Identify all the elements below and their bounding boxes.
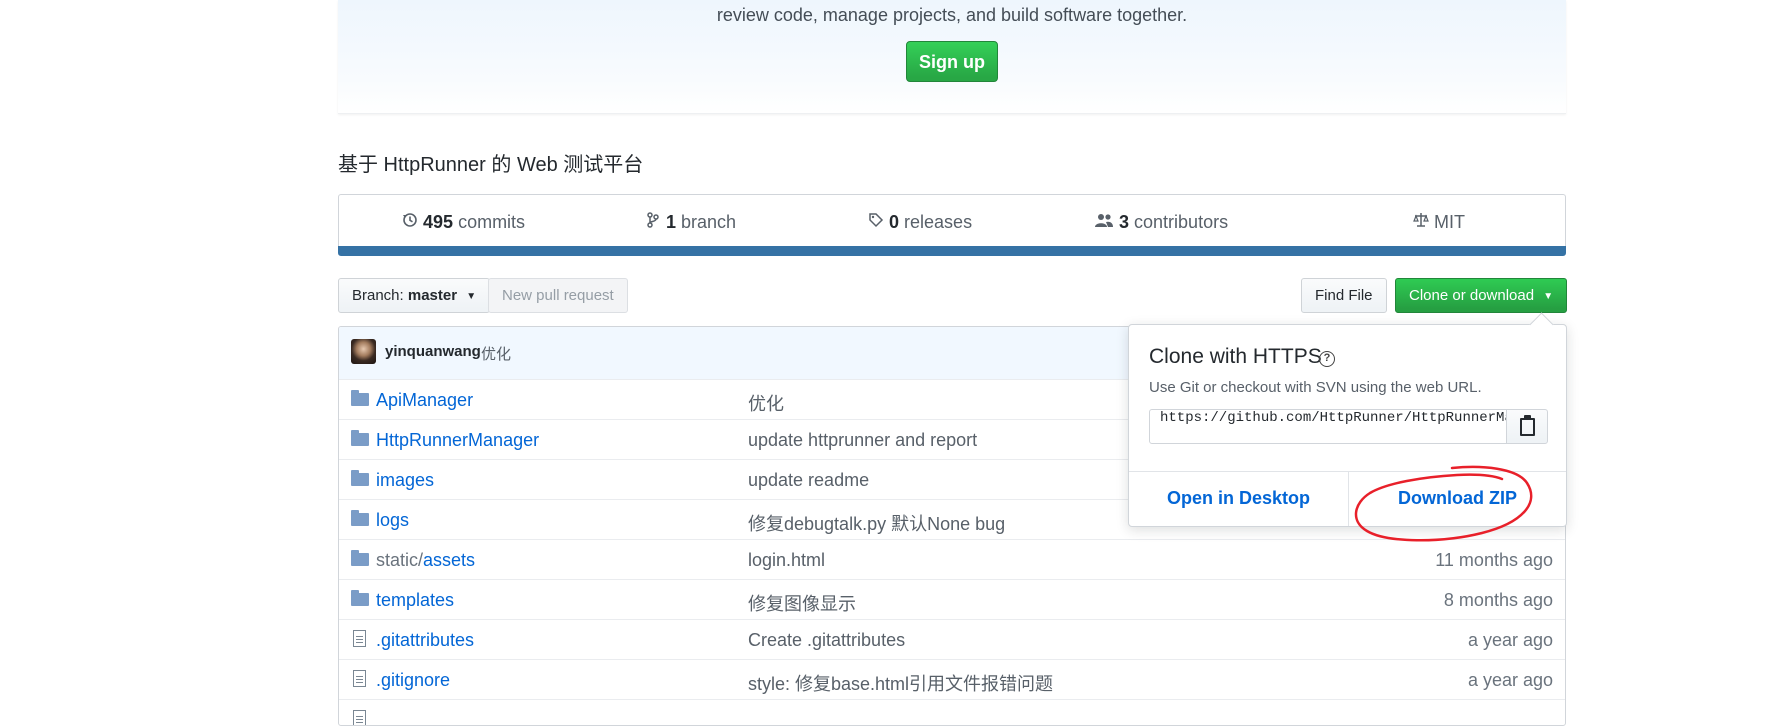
file-name-link[interactable]: .gitattributes xyxy=(376,630,474,651)
signup-banner: review code, manage projects, and build … xyxy=(338,0,1566,114)
banner-tagline: review code, manage projects, and build … xyxy=(716,5,1188,25)
file-icon xyxy=(351,710,371,725)
open-in-desktop-button[interactable]: Open in Desktop xyxy=(1129,488,1348,509)
numbers-summary: 495 commits 1 branch 0 releases 3 contri… xyxy=(338,194,1566,248)
people-icon xyxy=(1093,195,1115,249)
clipboard-icon xyxy=(1520,418,1535,436)
commit-author[interactable]: yinquanwang xyxy=(385,343,481,360)
releases-count: 0 xyxy=(889,212,900,232)
dropdown-caret xyxy=(1529,312,1554,337)
repo-description: 基于 HttpRunner 的 Web 测试平台 xyxy=(338,154,644,176)
commits-label: commits xyxy=(458,212,526,232)
new-pull-request-button[interactable]: New pull request xyxy=(488,278,628,313)
clone-dropdown: Clone with HTTPS ? Use Git or checkout w… xyxy=(1128,312,1567,527)
contributors-link[interactable]: 3 contributors xyxy=(1093,195,1228,249)
clone-subtitle: Use Git or checkout with SVN using the w… xyxy=(1149,379,1482,396)
path-prefix: static/ xyxy=(376,550,424,570)
commits-link[interactable]: 495 commits xyxy=(401,195,525,249)
avatar[interactable] xyxy=(351,339,376,364)
path-name: assets xyxy=(423,550,476,570)
branch-icon xyxy=(644,195,662,249)
file-icon xyxy=(351,670,371,688)
signup-button[interactable]: Sign up xyxy=(906,41,998,82)
folder-icon xyxy=(351,390,371,408)
commit-age: 11 months ago xyxy=(1435,550,1553,570)
commit-message-link[interactable]: 修复图像显示 xyxy=(748,590,856,616)
file-name-link[interactable]: templates xyxy=(376,590,454,611)
releases-link[interactable]: 0 releases xyxy=(867,195,972,249)
table-row: static/assets login.html 11 months ago xyxy=(339,539,1565,580)
language-bar[interactable] xyxy=(338,246,1566,256)
find-file-button[interactable]: Find File xyxy=(1301,278,1387,313)
file-name-link[interactable]: ApiManager xyxy=(376,390,473,411)
releases-label: releases xyxy=(904,212,973,232)
tag-icon xyxy=(867,195,885,249)
commits-count: 495 xyxy=(423,212,454,232)
commit-message-link[interactable]: Create .gitattributes xyxy=(748,630,905,651)
contributors-count: 3 xyxy=(1119,212,1130,232)
clone-button-label: Clone or download xyxy=(1409,287,1535,304)
table-row: .gitignore style: 修复base.html引用文件报错问题 a … xyxy=(339,659,1565,700)
table-row: .gitattributes Create .gitattributes a y… xyxy=(339,619,1565,660)
file-name-link[interactable]: logs xyxy=(376,510,409,531)
branch-prefix: Branch: xyxy=(352,287,404,304)
folder-icon xyxy=(351,550,371,568)
commit-message-link[interactable]: 修复debugtalk.py 默认None bug xyxy=(748,510,1005,536)
folder-icon xyxy=(351,470,371,488)
file-icon xyxy=(351,630,371,648)
clone-footer: Open in Desktop Download ZIP xyxy=(1129,471,1566,526)
download-zip-button[interactable]: Download ZIP xyxy=(1348,488,1567,509)
commit-message-link[interactable]: update readme xyxy=(748,470,869,491)
branch-link[interactable]: 1 branch xyxy=(644,195,736,249)
commit-age: 8 months ago xyxy=(1443,590,1553,610)
folder-icon xyxy=(351,510,371,528)
file-name-link[interactable]: .gitignore xyxy=(376,670,450,691)
commit-message-link[interactable]: update httprunner and report xyxy=(748,430,977,451)
history-icon xyxy=(401,195,419,249)
commit-message-link[interactable]: login.html xyxy=(748,550,825,571)
contributors-label: contributors xyxy=(1134,212,1229,232)
clone-title: Clone with HTTPS xyxy=(1149,345,1322,368)
folder-icon xyxy=(351,430,371,448)
commit-age: a year ago xyxy=(1467,630,1553,650)
commit-age: a year ago xyxy=(1467,670,1553,690)
caret-down-icon: ▼ xyxy=(466,290,477,302)
branch-select-button[interactable]: Branch: master ▼ xyxy=(338,278,491,313)
commit-message-link[interactable]: 优化 xyxy=(748,390,784,416)
commit-message[interactable]: 优化 xyxy=(481,343,511,364)
clone-or-download-button[interactable]: Clone or download ▼ xyxy=(1395,278,1568,313)
branch-label: branch xyxy=(681,212,737,232)
file-name-link[interactable]: images xyxy=(376,470,434,491)
license-link[interactable]: MIT xyxy=(1412,195,1465,249)
table-row xyxy=(339,699,1565,725)
commit-message-link[interactable]: style: 修复base.html引用文件报错问题 xyxy=(748,670,1053,696)
folder-icon xyxy=(351,590,371,608)
file-name-link[interactable]: HttpRunnerManager xyxy=(376,430,539,451)
file-name-link[interactable]: static/assets xyxy=(376,550,475,571)
copy-url-button[interactable] xyxy=(1506,409,1548,444)
law-icon xyxy=(1412,195,1430,249)
clone-url-input[interactable]: https://github.com/HttpRunner/HttpRunner… xyxy=(1149,409,1507,444)
branch-count: 1 xyxy=(666,212,677,232)
branch-name: master xyxy=(407,287,458,304)
license-label: MIT xyxy=(1434,212,1465,232)
table-row: templates 修复图像显示 8 months ago xyxy=(339,579,1565,620)
question-icon[interactable]: ? xyxy=(1319,351,1335,367)
caret-down-icon: ▼ xyxy=(1543,290,1554,302)
